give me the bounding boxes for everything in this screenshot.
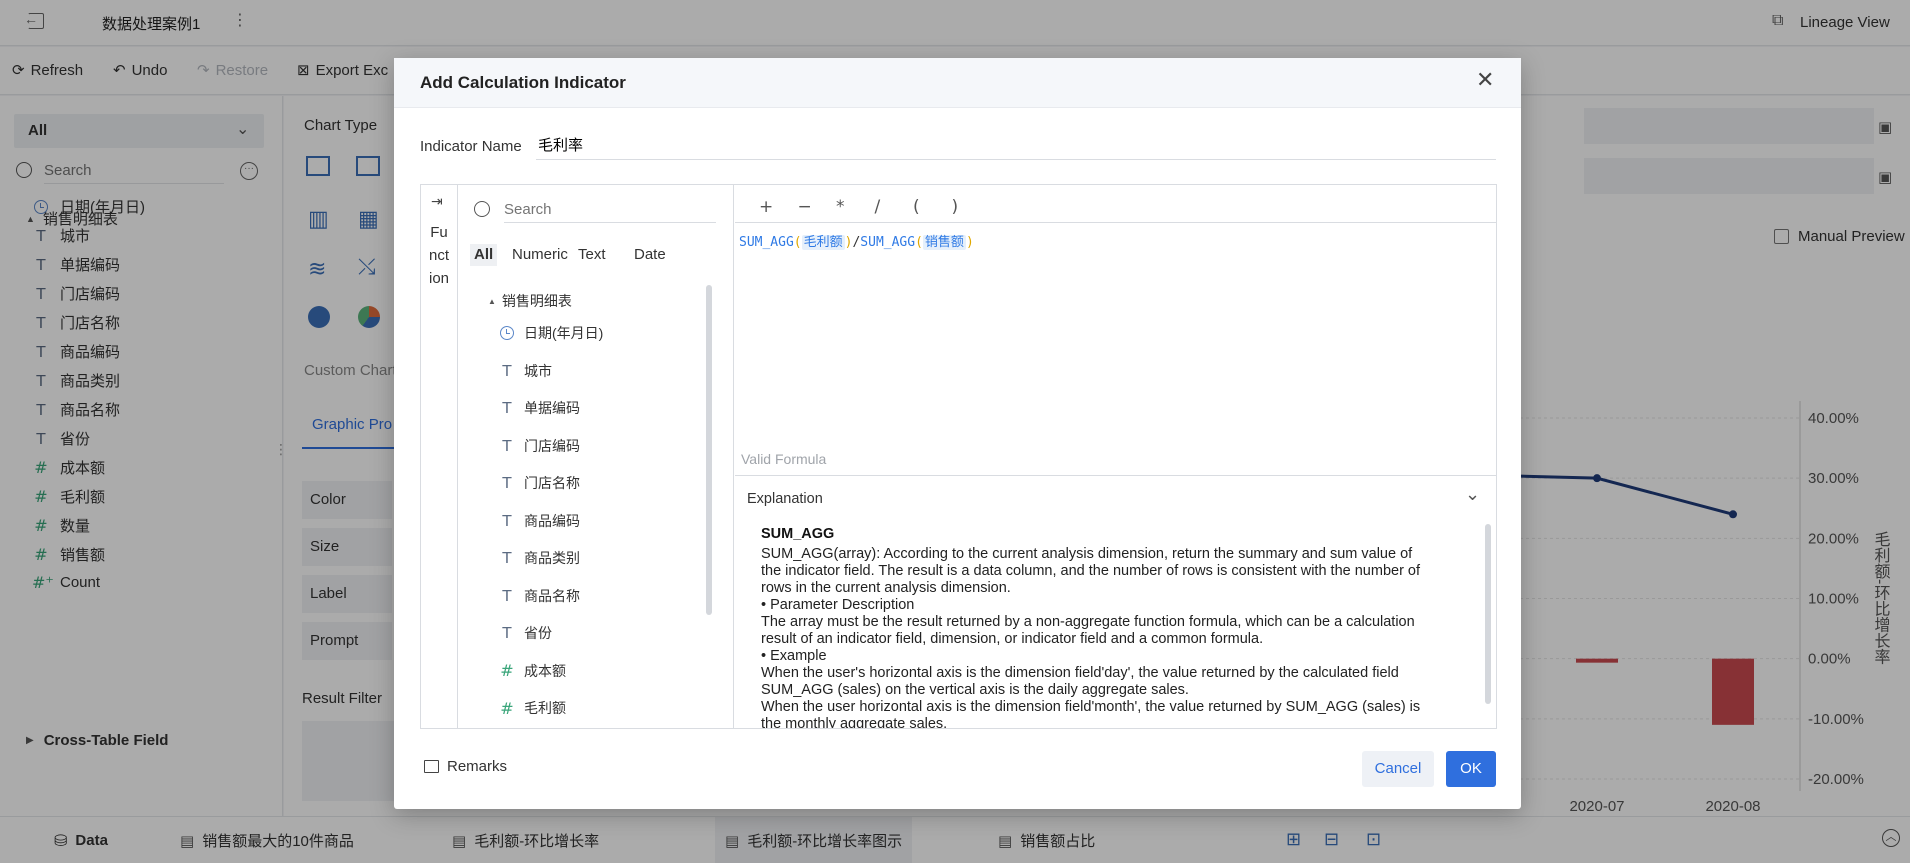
- explanation-line: When the user's horizontal axis is the d…: [761, 665, 1399, 681]
- plus-operator-button[interactable]: +: [759, 197, 773, 217]
- field-item[interactable]: T 商品类别: [498, 548, 580, 568]
- explanation-line: the monthly aggregate sales.: [761, 716, 948, 728]
- cancel-button[interactable]: Cancel: [1362, 751, 1434, 787]
- add-calculation-dialog: Add Calculation Indicator ✕ Indicator Na…: [394, 58, 1521, 809]
- explanation-line: SUM_AGG (sales) on the vertical axis is …: [761, 682, 1189, 698]
- indicator-name-input[interactable]: [536, 130, 1496, 160]
- dialog-header: Add Calculation Indicator ✕: [394, 58, 1521, 108]
- field-label: 成本额: [524, 662, 566, 679]
- hash-icon: #: [500, 698, 514, 718]
- comment-icon: [424, 760, 439, 773]
- formula-field-2: 销售额: [922, 235, 966, 250]
- field-label: 商品编码: [524, 512, 580, 529]
- field-item[interactable]: # 毛利额: [498, 698, 566, 718]
- text-icon: T: [502, 586, 512, 605]
- open-paren-operator-button[interactable]: (: [913, 197, 920, 217]
- text-icon: T: [502, 361, 512, 380]
- multiply-operator-button[interactable]: *: [836, 197, 845, 217]
- text-icon: T: [502, 624, 512, 642]
- formula-paren: (: [915, 235, 923, 250]
- chevron-down-icon[interactable]: ⌄: [1465, 484, 1480, 505]
- remarks-button[interactable]: Remarks: [424, 758, 507, 775]
- explanation-line: rows in the current analysis dimension.: [761, 580, 1011, 596]
- ok-button[interactable]: OK: [1446, 751, 1496, 787]
- divide-operator-button[interactable]: /: [875, 197, 881, 217]
- field-label: 城市: [524, 362, 552, 379]
- explanation-line: • Parameter Description: [761, 597, 915, 613]
- close-icon[interactable]: ✕: [1476, 68, 1494, 93]
- app: ← 数据处理案例1 ⋮ ⧉ Lineage View ⟳ Refresh ↶ Und…: [0, 0, 1910, 863]
- formula-function-2: SUM_AGG: [860, 235, 916, 250]
- formula-field-1: 毛利额: [801, 235, 845, 250]
- text-icon: T: [502, 511, 512, 530]
- field-item[interactable]: 日期(年月日): [498, 323, 603, 343]
- explanation-line: When the user horizontal axis is the dim…: [761, 699, 1421, 715]
- function-label: Function: [428, 224, 450, 287]
- explanation-line: • Example: [761, 648, 827, 664]
- field-list-scrollbar[interactable]: [706, 285, 712, 615]
- remarks-label: Remarks: [447, 758, 508, 775]
- field-label: 毛利额: [524, 700, 566, 716]
- explanation-scrollbar[interactable]: [1485, 524, 1491, 704]
- operator-bar: + − * / (): [735, 185, 1497, 223]
- field-picker: AllNumericTextDate ▲ 销售明细表 日期(年月日)T城市T单据…: [458, 185, 734, 728]
- close-paren-operator-button[interactable]: ): [952, 197, 959, 217]
- explanation-text: SUM_AGG(array): According to the current…: [761, 546, 1461, 728]
- dialog-title: Add Calculation Indicator: [420, 73, 626, 92]
- field-label: 省份: [524, 625, 552, 641]
- field-item[interactable]: T 商品编码: [498, 511, 580, 531]
- text-icon: T: [502, 474, 512, 492]
- formula-paren: ): [965, 235, 974, 250]
- clock-icon: [500, 326, 514, 340]
- expand-function-icon[interactable]: ⇥: [431, 193, 443, 210]
- field-label: 单据编码: [524, 400, 580, 416]
- field-label: 商品名称: [524, 587, 580, 604]
- formula-function-1: SUM_AGG: [739, 235, 794, 250]
- field-item[interactable]: T 门店名称: [498, 473, 580, 493]
- explanation-line: the indicator field. The result is a dat…: [761, 563, 1421, 579]
- formula-editor: ⇥ Function AllNumericTextDate ▲ 销售明细表 日期…: [420, 184, 1497, 729]
- function-name: SUM_AGG: [761, 526, 835, 542]
- explanation-line: result of an indicator field, dimension,…: [761, 631, 1264, 647]
- field-item[interactable]: T 商品名称: [498, 586, 580, 606]
- field-label: 门店名称: [524, 475, 580, 491]
- text-icon: T: [502, 399, 512, 417]
- field-item[interactable]: # 成本额: [498, 661, 566, 681]
- formula-status: Valid Formula: [741, 451, 827, 467]
- explanation-section: Explanation ⌄ SUM_AGG SUM_AGG(array): Ac…: [735, 475, 1497, 728]
- text-icon: T: [502, 549, 512, 567]
- hash-icon: #: [500, 661, 514, 680]
- explanation-line: The array must be the result returned by…: [761, 614, 1415, 630]
- minus-operator-button[interactable]: −: [798, 197, 812, 217]
- field-item[interactable]: T 门店编码: [498, 436, 580, 456]
- field-list: 日期(年月日) T 城市 T 单据编码 T 门店编码 T 门店名称 T 商品编码 T 商品类别 T 商品名称…: [458, 185, 708, 728]
- formula-text[interactable]: SUM_AGG(毛利额)/SUM_AGG(销售额): [739, 231, 974, 250]
- explanation-line: SUM_AGG(array): According to the current…: [761, 546, 1413, 562]
- field-item[interactable]: T 城市: [498, 361, 552, 381]
- field-label: 门店编码: [524, 437, 580, 454]
- field-label: 日期(年月日): [524, 325, 604, 341]
- function-sidebar[interactable]: ⇥ Function: [421, 185, 458, 728]
- field-item[interactable]: T 单据编码: [498, 398, 580, 418]
- field-label: 商品类别: [524, 550, 580, 566]
- indicator-name-label: Indicator Name: [420, 138, 522, 155]
- field-item[interactable]: T 省份: [498, 623, 552, 643]
- formula-paren: (: [793, 235, 802, 250]
- text-icon: T: [502, 436, 512, 455]
- explanation-title: Explanation: [747, 491, 823, 507]
